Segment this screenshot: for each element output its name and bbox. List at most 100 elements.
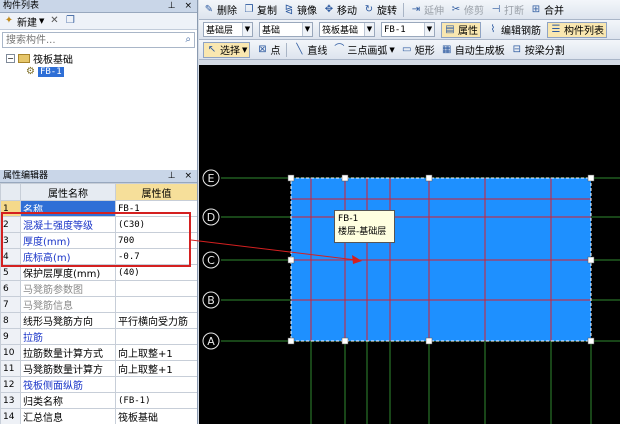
property-row-number: 13 (0, 392, 21, 409)
property-value[interactable]: 向上取整+1 (115, 344, 197, 361)
component-select[interactable]: FB-1 ▼ (381, 22, 435, 37)
merge-icon: ⊞ (531, 3, 541, 15)
type-select-value: 筏板基础 (322, 26, 359, 36)
copy-label: 复制 (257, 6, 277, 17)
mirror-label: 镜像 (297, 6, 317, 17)
eraser-icon: ✎ (204, 3, 214, 15)
property-row[interactable]: 5 保护层厚度(mm) (40) (0, 264, 197, 281)
drawing-canvas[interactable]: E D C B A FB-1 楼层-基础层 (199, 65, 620, 424)
rect-button[interactable]: ▭ 矩形 (401, 42, 435, 58)
search-icon[interactable]: ⌕ (185, 34, 191, 45)
property-row[interactable]: 3 厚度(mm) 700 (0, 232, 197, 249)
category-select[interactable]: 基础 ▼ (259, 22, 313, 37)
property-value[interactable]: 700 (115, 232, 197, 249)
trim-button[interactable]: ✂ 修剪 (450, 2, 484, 18)
copy-icon[interactable]: ❐ (64, 15, 76, 27)
chevron-down-icon: ▼ (364, 23, 374, 36)
point-button[interactable]: ⊠ 点 (256, 42, 281, 58)
property-editor-title-text: 属性编辑器 (3, 171, 49, 181)
category-select-value: 基础 (262, 26, 281, 36)
property-value[interactable]: 向上取整+1 (115, 360, 197, 377)
component-tooltip: FB-1 楼层-基础层 (334, 210, 395, 243)
property-value[interactable]: (C30) (115, 216, 197, 233)
component-toolbar: 基础层 ▼ 基础 ▼ 筏板基础 ▼ FB-1 ▼ ▤ 属性 ⌇ 编辑钢筋 ☰ 构件列表 (199, 20, 620, 40)
arc-button[interactable]: ⌒ 三点画弧 ▼ (333, 42, 394, 58)
property-value[interactable]: FB-1 (115, 200, 197, 217)
axis-label-b: B (207, 294, 215, 307)
line-button[interactable]: ╲ 直线 (293, 42, 327, 58)
component-list-title: 构件列表 ⊥ × (0, 0, 197, 13)
property-row[interactable]: 13 归类名称 (FB-1) (0, 392, 197, 409)
property-value[interactable]: (FB-1) (115, 392, 197, 409)
collapse-icon[interactable]: − (6, 54, 15, 63)
folder-icon (18, 54, 30, 63)
property-row-number: 12 (0, 376, 21, 393)
property-value[interactable]: 筏板基础 (115, 408, 197, 424)
property-row[interactable]: 1 名称 FB-1 (0, 200, 197, 217)
by-beam-button[interactable]: ⊟ 按梁分割 (511, 42, 565, 58)
new-button-label: 新建 (17, 17, 37, 29)
tree-item-child-label: FB-1 (37, 66, 64, 77)
separator (286, 42, 288, 57)
property-row-number: 11 (0, 360, 21, 377)
property-row[interactable]: 7 马凳筋信息 (0, 296, 197, 313)
property-value[interactable] (115, 328, 197, 345)
property-row[interactable]: 14 汇总信息 筏板基础 (0, 408, 197, 424)
property-value[interactable]: 平行横向受力筋 (115, 312, 197, 329)
copy-button[interactable]: ❐ 复制 (243, 2, 277, 18)
extend-button[interactable]: ⇥ 延伸 (410, 2, 444, 18)
extend-label: 延伸 (424, 6, 444, 17)
edit-rebar-label: 编辑钢筋 (501, 26, 541, 37)
axis-label-c: C (207, 254, 215, 267)
main-area: ✎ 删除 ❐ 复制 ⧎ 镜像 ✥ 移动 ↻ 旋转 ⇥ 延伸 ✂ 修剪 ⊣ 打断 ⊞ 合并 基础层 ▼… (199, 0, 620, 424)
delete-button[interactable]: ✎ 删除 (203, 2, 237, 18)
layer-select-value: 基础层 (206, 26, 234, 36)
property-name: 底标高(m) (20, 248, 116, 265)
edit-rebar-button[interactable]: ⌇ 编辑钢筋 (487, 22, 541, 38)
property-value[interactable] (115, 280, 197, 297)
property-value[interactable]: (40) (115, 264, 197, 281)
break-icon: ⊣ (491, 3, 501, 15)
property-name: 筏板侧面纵筋 (20, 376, 116, 393)
delete-icon[interactable]: ✕ (48, 15, 60, 27)
move-label: 移动 (337, 6, 357, 17)
property-table: 属性名称 属性值 1 名称 FB-1 2 混凝土强度等级 (C30) 3 厚度(mm) 700 4… (0, 183, 197, 424)
auto-icon: ▦ (442, 43, 452, 55)
property-row[interactable]: 12 筏板侧面纵筋 (0, 376, 197, 393)
move-button[interactable]: ✥ 移动 (323, 2, 357, 18)
property-row[interactable]: 8 线形马凳筋方向 平行横向受力筋 (0, 312, 197, 329)
new-button[interactable]: ✦ 新建 ▼ (3, 14, 45, 29)
properties-button[interactable]: ▤ 属性 (441, 21, 481, 38)
property-value[interactable] (115, 376, 197, 393)
property-row[interactable]: 4 底标高(m) -0.7 (0, 248, 197, 265)
layer-select[interactable]: 基础层 ▼ (203, 22, 253, 37)
tree-item-parent[interactable]: − 筏板基础 (6, 52, 197, 66)
rebar-icon: ⌇ (490, 23, 496, 35)
property-row[interactable]: 6 马凳筋参数图 (0, 280, 197, 297)
select-button[interactable]: ↖ 选择 ▼ (203, 41, 251, 58)
break-button[interactable]: ⊣ 打断 (490, 2, 524, 18)
search-input[interactable] (3, 33, 173, 47)
component-list-button[interactable]: ☰ 构件列表 (547, 21, 607, 38)
cursor-icon: ↖ (207, 43, 217, 55)
type-select[interactable]: 筏板基础 ▼ (319, 22, 375, 37)
rect-icon: ▭ (402, 43, 412, 55)
property-row[interactable]: 10 拉筋数量计算方式 向上取整+1 (0, 344, 197, 361)
tree-item-child[interactable]: ⚙ FB-1 (6, 65, 197, 78)
auto-generate-button[interactable]: ▦ 自动生成板 (441, 42, 505, 58)
property-row[interactable]: 9 拉筋 (0, 328, 197, 345)
property-value[interactable]: -0.7 (115, 248, 197, 265)
property-row[interactable]: 11 马凳筋数量计算方 向上取整+1 (0, 360, 197, 377)
mirror-button[interactable]: ⧎ 镜像 (283, 2, 317, 18)
chevron-down-icon: ▼ (242, 23, 252, 36)
panel-pin-icon[interactable]: ⊥ × (168, 170, 195, 182)
property-row[interactable]: 2 混凝土强度等级 (C30) (0, 216, 197, 233)
point-label: 点 (270, 46, 281, 57)
property-name: 混凝土强度等级 (20, 216, 116, 233)
merge-button[interactable]: ⊞ 合并 (530, 2, 564, 18)
panel-pin-icon[interactable]: ⊥ × (168, 0, 195, 12)
property-name: 保护层厚度(mm) (20, 264, 116, 281)
rotate-button[interactable]: ↻ 旋转 (363, 2, 397, 18)
property-value[interactable] (115, 296, 197, 313)
property-name: 汇总信息 (20, 408, 116, 424)
